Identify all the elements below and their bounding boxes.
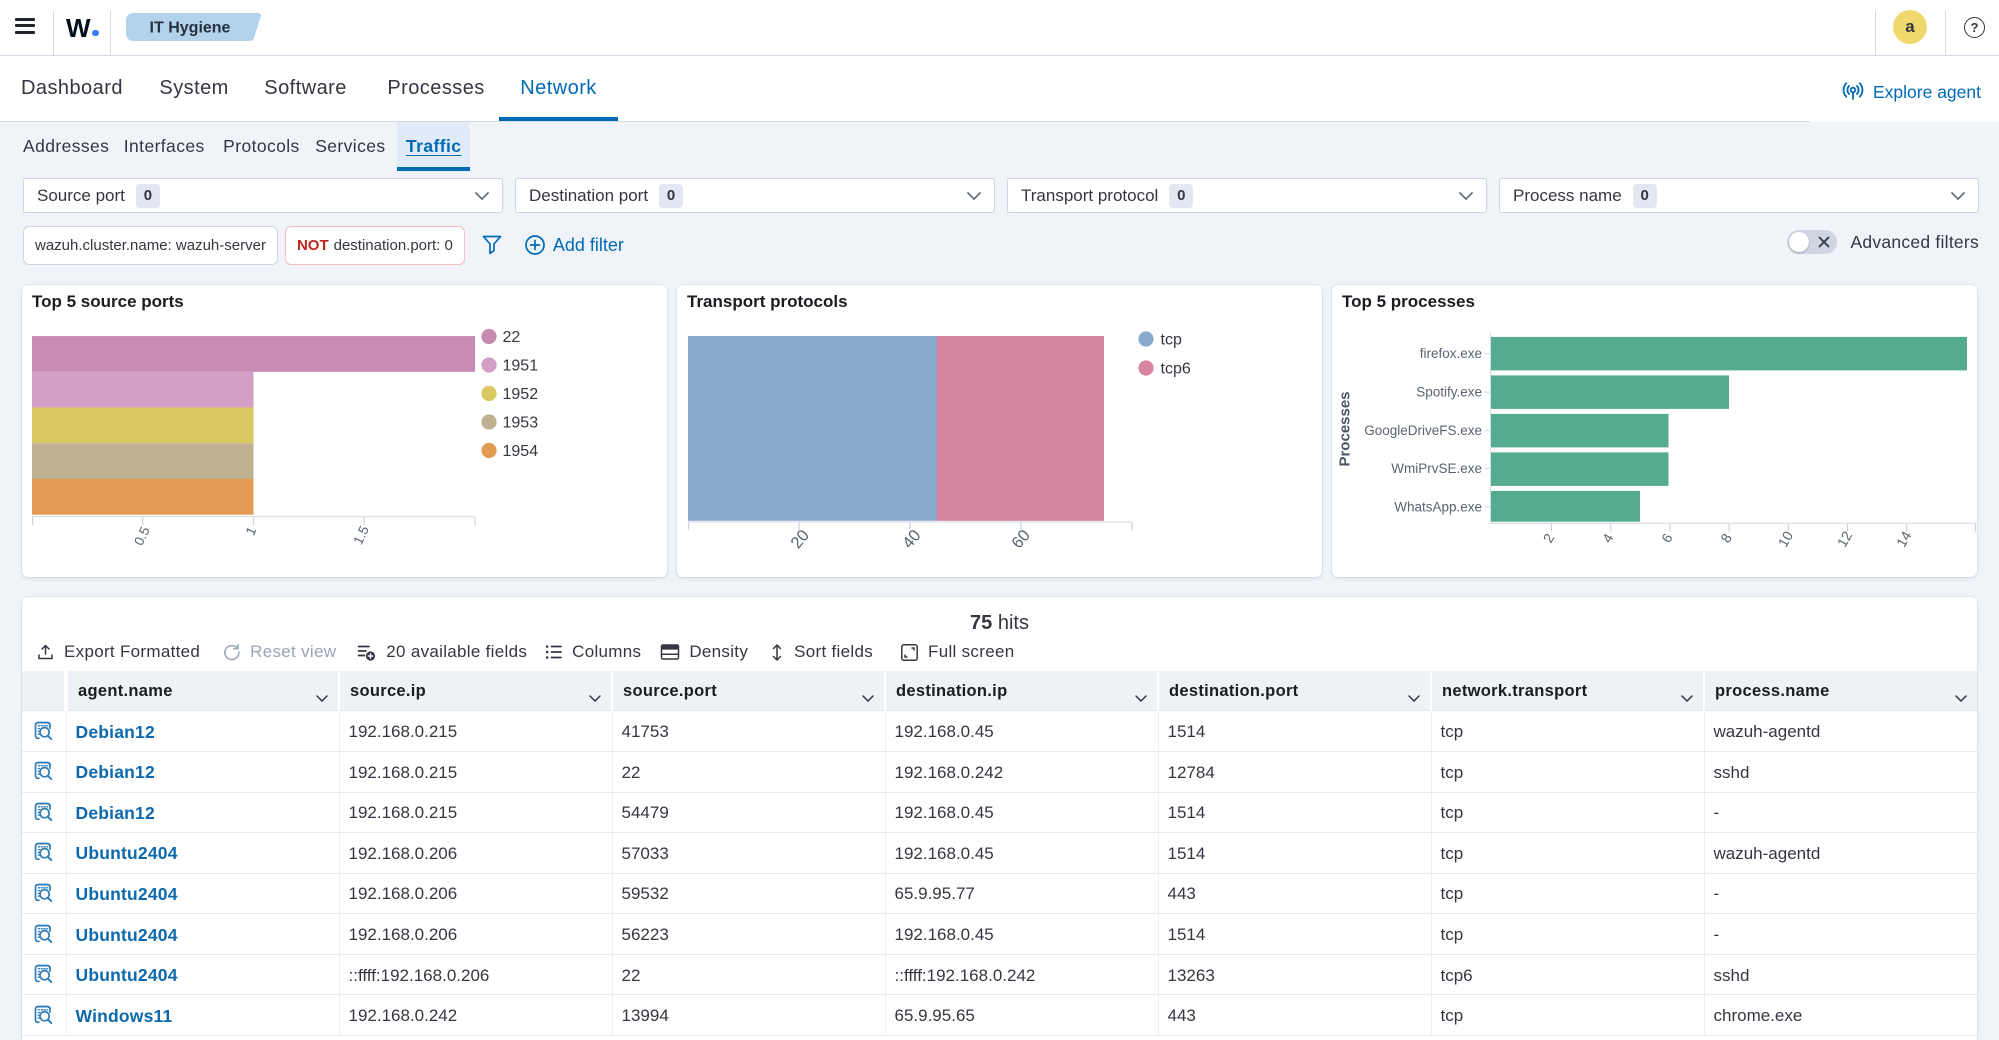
svg-text:tcp6: tcp6 [1161, 361, 1191, 378]
svg-text:WhatsApp.exe: WhatsApp.exe [1394, 499, 1482, 514]
svg-text:12: 12 [1834, 528, 1856, 550]
svg-text:22: 22 [503, 329, 521, 346]
svg-text:IT Hygiene: IT Hygiene [150, 20, 231, 37]
svg-text:1951: 1951 [503, 358, 539, 375]
svg-text:GoogleDriveFS.exe: GoogleDriveFS.exe [1364, 423, 1482, 438]
svg-text:1: 1 [243, 525, 260, 538]
svg-text:1.5: 1.5 [350, 524, 372, 547]
svg-text:14: 14 [1893, 528, 1915, 550]
svg-text:tcp: tcp [1161, 332, 1182, 349]
svg-text:8: 8 [1717, 530, 1735, 545]
svg-text:4: 4 [1599, 530, 1617, 545]
svg-text:60: 60 [1008, 526, 1034, 552]
svg-text:6: 6 [1658, 530, 1676, 545]
svg-text:firefox.exe: firefox.exe [1420, 346, 1482, 361]
svg-text:40: 40 [899, 526, 925, 552]
svg-text:10: 10 [1774, 528, 1796, 550]
svg-text:1953: 1953 [503, 415, 539, 432]
svg-text:1954: 1954 [503, 443, 539, 460]
svg-text:1952: 1952 [503, 386, 539, 403]
svg-text:WmiPrvSE.exe: WmiPrvSE.exe [1391, 461, 1482, 476]
svg-text:Spotify.exe: Spotify.exe [1416, 385, 1482, 400]
svg-text:0.5: 0.5 [131, 524, 153, 547]
svg-text:2: 2 [1540, 530, 1558, 545]
svg-text:Processes: Processes [1337, 391, 1354, 466]
svg-text:20: 20 [787, 526, 813, 552]
